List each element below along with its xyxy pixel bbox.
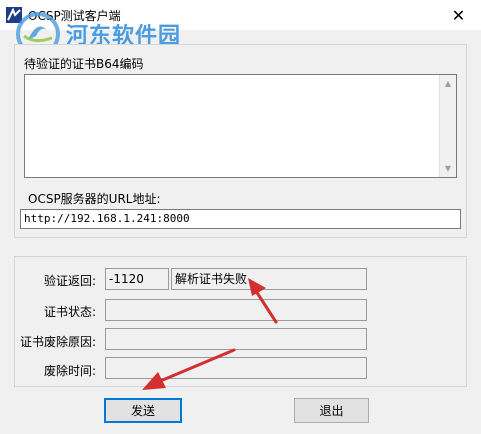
app-icon [6,7,22,23]
revoke-reason-label: 证书废除原因: [20,335,97,349]
revoke-time-field [105,357,367,379]
scroll-up-icon[interactable]: ▲ [440,75,456,92]
ocsp-client-window: OCSP测试客户端 ✕ 河东软件园 www.pc0359.cn 待验证的证书B6… [0,0,481,434]
send-button[interactable]: 发送 [104,398,182,423]
revoke-time-label: 废除时间: [44,364,97,378]
send-button-label: 发送 [130,404,155,418]
exit-button[interactable]: 退出 [294,398,369,423]
cert-b64-textarea[interactable]: ▲ ▼ [24,74,457,178]
scroll-down-icon[interactable]: ▼ [440,160,456,177]
exit-button-label: 退出 [319,404,344,418]
close-icon: ✕ [451,5,466,25]
ocsp-url-label: OCSP服务器的URL地址: [28,192,161,206]
title-bar[interactable]: OCSP测试客户端 ✕ [0,0,481,30]
cert-status-field [105,299,367,321]
cert-b64-label: 待验证的证书B64编码 [24,57,144,71]
cert-status-label: 证书状态: [44,305,97,319]
verify-return-label: 验证返回: [44,274,97,288]
revoke-reason-field [105,328,367,350]
close-button[interactable]: ✕ [436,0,481,30]
verify-message-field: 解析证书失败 [171,268,367,290]
verify-code-field: -1120 [105,268,169,290]
cert-textarea-scrollbar[interactable]: ▲ ▼ [439,75,456,177]
window-title: OCSP测试客户端 [28,9,121,23]
ocsp-url-input[interactable]: http://192.168.1.241:8000 [20,209,461,229]
